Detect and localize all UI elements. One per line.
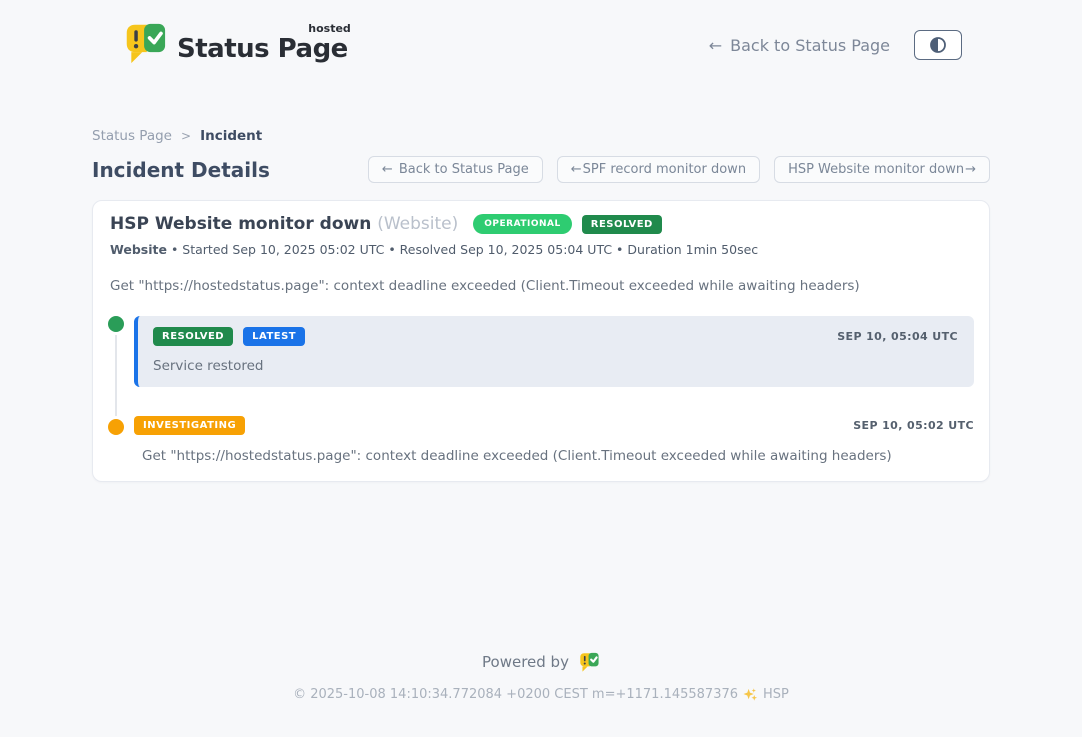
timeline-connector: [115, 334, 117, 427]
timeline-message: Get "https://hostedstatus.page": context…: [134, 448, 974, 464]
orange-dot-icon: [108, 419, 124, 435]
left-arrow-icon: ←: [709, 36, 722, 55]
breadcrumb-status-page[interactable]: Status Page: [92, 128, 172, 144]
powered-by-label: Powered by: [482, 653, 569, 671]
footer: Powered by © 2025-10-08 14:10:34.772084 …: [0, 652, 1082, 702]
green-dot-icon: [108, 316, 124, 332]
timeline-entry-body: INVESTIGATING SEP 10, 05:02 UTC Get "htt…: [134, 416, 974, 464]
breadcrumb: Status Page > Incident: [92, 128, 990, 144]
breadcrumb-incident: Incident: [200, 128, 262, 144]
incident-meta: Website • Started Sep 10, 2025 05:02 UTC…: [108, 242, 974, 257]
timeline-message: Service restored: [153, 358, 958, 374]
left-arrow-icon: ←: [571, 162, 582, 177]
status-bubble-icon: [122, 22, 168, 68]
left-arrow-icon: ←: [382, 162, 393, 177]
app-logo[interactable]: Status Page hosted: [122, 22, 348, 68]
timeline-entry-resolved: RESOLVED LATEST SEP 10, 05:04 UTC Servic…: [108, 316, 974, 387]
footer-brand: HSP: [763, 687, 789, 702]
main-content: Status Page > Incident Incident Details …: [92, 128, 990, 482]
timeline-timestamp: SEP 10, 05:04 UTC: [837, 330, 958, 343]
incident-card: HSP Website monitor down (Website) OPERA…: [92, 200, 990, 482]
half-circle-icon: [928, 35, 948, 55]
incident-nav: ← Back to Status Page ← SPF record monit…: [368, 156, 990, 183]
timeline-entry-investigating: INVESTIGATING SEP 10, 05:02 UTC Get "htt…: [108, 416, 974, 464]
brand-superscript: hosted: [308, 22, 351, 35]
prev-incident-button[interactable]: ← SPF record monitor down: [557, 156, 760, 183]
latest-badge: LATEST: [243, 327, 305, 346]
incident-description: Get "https://hostedstatus.page": context…: [108, 278, 974, 294]
incident-title: HSP Website monitor down (Website): [110, 214, 458, 234]
copyright: © 2025-10-08 14:10:34.772084 +0200 CEST …: [0, 687, 1082, 702]
theme-toggle-button[interactable]: [914, 30, 962, 60]
next-incident-button[interactable]: HSP Website monitor down →: [774, 156, 990, 183]
investigating-badge: INVESTIGATING: [134, 416, 245, 435]
brand-name: Status Page: [177, 34, 348, 64]
status-bubble-icon[interactable]: [578, 652, 600, 672]
incident-meta-details: • Started Sep 10, 2025 05:02 UTC • Resol…: [171, 242, 758, 257]
incident-service-paren: (Website): [377, 214, 458, 234]
resolved-badge: RESOLVED: [153, 327, 233, 346]
page-title: Incident Details: [92, 158, 270, 182]
copyright-text: © 2025-10-08 14:10:34.772084 +0200 CEST …: [293, 687, 738, 702]
back-to-status-page-button[interactable]: ← Back to Status Page: [368, 156, 543, 183]
incident-timeline: RESOLVED LATEST SEP 10, 05:04 UTC Servic…: [108, 316, 974, 464]
incident-service-name: Website: [110, 242, 167, 257]
timeline-timestamp: SEP 10, 05:02 UTC: [853, 419, 974, 432]
right-arrow-icon: →: [965, 162, 976, 177]
resolved-state-badge: RESOLVED: [582, 215, 662, 234]
sparkles-icon: [743, 687, 758, 702]
operational-status-badge: OPERATIONAL: [473, 214, 571, 234]
breadcrumb-separator: >: [181, 129, 191, 143]
header: Status Page hosted ← Back to Status Page: [0, 0, 1082, 76]
header-back-link[interactable]: ← Back to Status Page: [709, 36, 890, 55]
header-back-link-label: Back to Status Page: [730, 36, 890, 55]
timeline-entry-body: RESOLVED LATEST SEP 10, 05:04 UTC Servic…: [134, 316, 974, 387]
